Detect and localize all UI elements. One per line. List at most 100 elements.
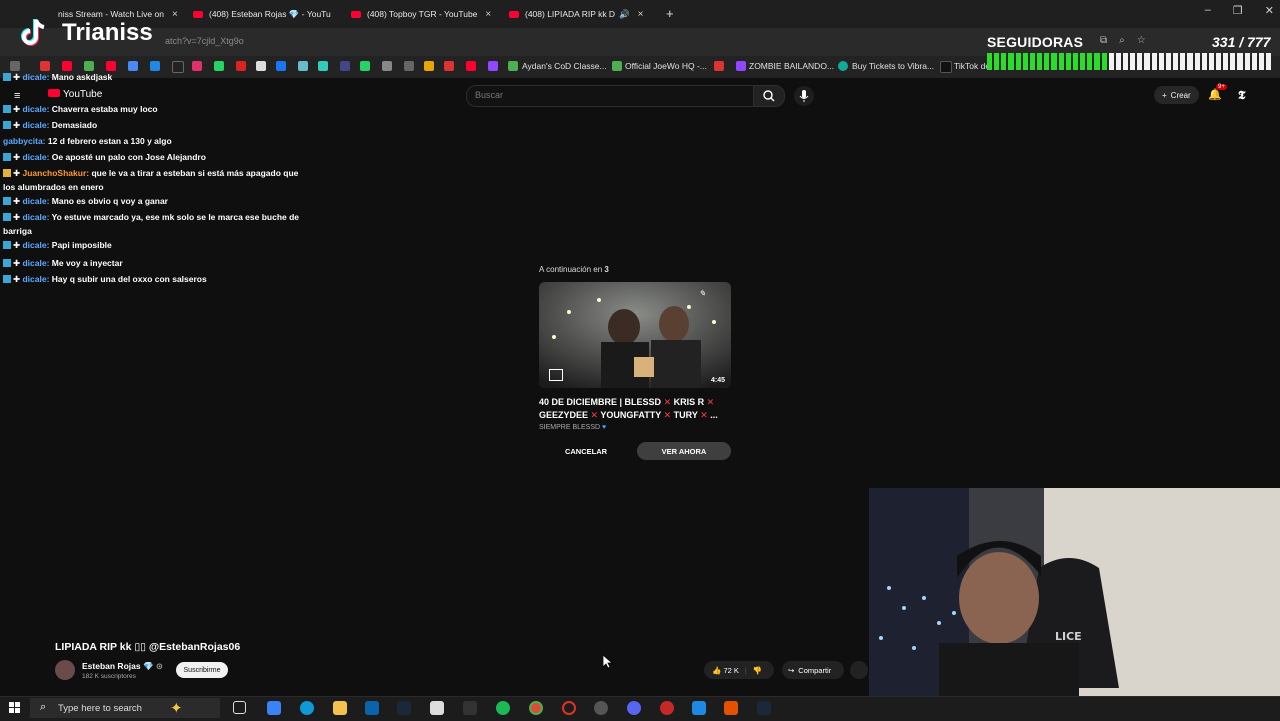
bookmark-icon[interactable] [318,61,328,71]
search-icon [763,90,775,102]
cancel-autoplay-button[interactable]: CANCELAR [539,442,633,460]
search-placeholder: Buscar [475,90,504,100]
edge-icon[interactable] [300,701,314,715]
up-next-label: A continuación en 3 [539,265,609,274]
app-icon[interactable] [724,701,738,715]
app-icon[interactable] [660,701,674,715]
chat-badge-icon [3,259,11,267]
pin-icon[interactable] [714,61,724,71]
create-label: Crear [1170,90,1191,100]
account-avatar[interactable]: 𝕿 [1238,88,1245,103]
save-button[interactable] [850,661,868,679]
progress-segment [1216,53,1222,70]
spotify-icon[interactable] [496,701,510,715]
search-button[interactable] [753,85,785,107]
file-explorer-icon[interactable] [333,701,347,715]
opera-icon[interactable] [562,701,576,715]
next-video-channel[interactable]: SIEMPRE BLESSD ♥ [539,424,606,431]
tab-close-icon[interactable]: × [638,9,644,20]
taskbar-search-input[interactable]: ⌕ Type here to search [30,698,220,718]
bookmark-label[interactable]: Aydan's CoD Classe... [522,61,607,71]
epic-games-icon[interactable] [463,701,477,715]
outlook-icon[interactable] [365,701,379,715]
channel-text: SIEMPRE BLESSD [539,424,601,431]
whatsapp-icon[interactable] [360,61,370,71]
bookmark-label[interactable]: Buy Tickets to Vibra... [852,61,934,71]
install-app-icon[interactable]: ⧉ [1100,35,1107,46]
tiktok-icon[interactable] [940,61,952,73]
like-button[interactable]: 👍 72 K [712,666,739,675]
bookmark-icon[interactable] [838,61,848,71]
channel-avatar[interactable] [55,660,75,680]
youtube-icon[interactable] [466,61,476,71]
youtube-logo[interactable]: YouTube [48,89,102,100]
store-icon[interactable] [430,701,444,715]
shield-icon[interactable] [692,701,706,715]
bookmark-icon[interactable] [424,61,434,71]
progress-segment [1144,53,1150,70]
bookmark-label[interactable]: ZOMBIE BAILANDO... [749,61,834,71]
tab-esteban[interactable]: (408) Esteban Rojas 💎 - YouTu× [193,4,338,24]
minimize-icon[interactable]: – [1205,4,1211,17]
youtube-favicon-icon [351,10,361,18]
progress-segment [1223,53,1229,70]
steam-icon[interactable] [397,701,411,715]
cross-icon: ✕ [706,397,715,407]
twitch-icon[interactable] [488,61,498,71]
title-part: 40 DE DICIEMBRE | BLESSD [539,397,662,407]
tab-lipiada[interactable]: (408) LIPIADA RIP kk D 🔊 × [509,4,659,24]
bookmark-icon[interactable] [382,61,392,71]
bookmark-icon[interactable] [508,61,518,71]
new-tab-button[interactable]: + [666,6,674,21]
chrome-icon[interactable] [529,701,543,715]
like-dislike-group: 👍 72 K | 👎 [704,661,774,679]
bookmark-icon[interactable] [404,61,414,71]
discord-icon[interactable] [627,701,641,715]
tab-close-icon[interactable]: × [485,9,491,20]
windows-start-icon[interactable] [9,702,21,714]
progress-segment [1266,53,1272,70]
up-next-text: A continuación en [539,265,603,274]
dislike-button[interactable]: 👎 [753,666,762,675]
tab-close-icon[interactable]: × [172,9,178,20]
tab-topboy[interactable]: (408) Topboy TGR - YouTube × [351,4,496,24]
zoom-icon[interactable]: ⌕ [1119,35,1125,46]
chat-username: dicale: [22,120,52,130]
chat-badge-icon [3,105,11,113]
voice-search-button[interactable] [794,86,814,106]
next-video-title[interactable]: 40 DE DICIEMBRE | BLESSD ✕ KRIS R ✕ GEEZ… [539,396,739,422]
twitch-icon[interactable] [736,61,746,71]
create-button[interactable]: + Crear [1154,86,1199,104]
thumbnail-image: ✎ [539,282,731,388]
like-count: 72 K [723,665,739,675]
share-button[interactable]: ↪ Compartir [782,661,844,679]
search-input[interactable]: Buscar [466,85,754,107]
steam-icon[interactable] [757,701,771,715]
bookmark-label[interactable]: Official JoeWo HQ -... [625,61,707,71]
bookmark-icon[interactable] [612,61,622,71]
search-icon: ⌕ [40,701,47,713]
channel-name[interactable]: Esteban Rojas 💎 ⊙ [82,661,163,672]
task-view-icon[interactable] [233,701,246,714]
subscribe-button[interactable]: Suscribirme [176,662,228,678]
plus-icon: + [1162,90,1167,100]
window-controls: – ❐ ✕ [1205,4,1274,17]
copilot-icon[interactable] [267,701,281,715]
restore-icon[interactable]: ❐ [1233,4,1243,17]
progress-segment [1001,53,1007,70]
url-text[interactable]: atch?v=7cjld_Xtg9o [165,36,244,46]
obs-icon[interactable] [594,701,608,715]
chat-badge-icon [3,213,11,221]
next-video-thumbnail[interactable]: ✎ [539,282,731,388]
watch-now-button[interactable]: VER AHORA [637,442,731,460]
bookmark-label[interactable]: TikTok de [954,61,990,71]
gmail-icon[interactable] [444,61,454,71]
microphone-icon [799,90,809,102]
chat-message: ✚ dicale: Demasiado [3,118,303,132]
bookmark-icon[interactable] [340,61,350,71]
youtube-logo-icon [48,89,60,97]
close-icon[interactable]: ✕ [1265,4,1274,17]
divider: | [744,665,747,675]
menu-icon[interactable]: ≡ [14,90,20,102]
bookmark-star-icon[interactable]: ☆ [1137,35,1146,46]
